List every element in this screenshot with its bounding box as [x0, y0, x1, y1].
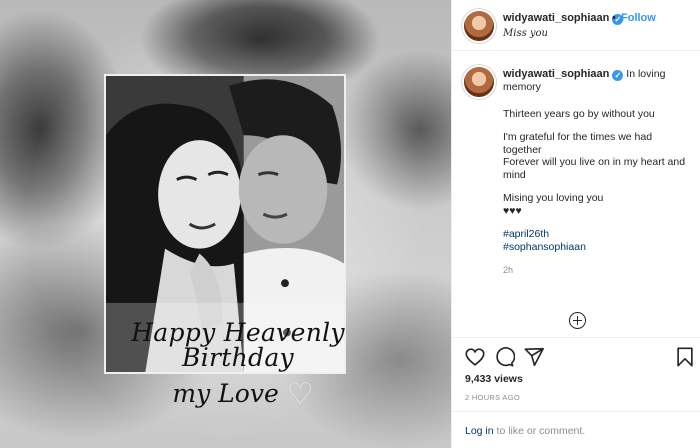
caption-comment: widyawati_sophiaan ✓ In loving memory Thi…	[452, 51, 700, 336]
location-label[interactable]: Miss you	[503, 28, 548, 39]
caption-paragraph: Mising you loving you	[503, 192, 604, 204]
view-count[interactable]: 9,433 views	[465, 373, 523, 385]
hashtag-list: #april26th #sophansophiaan	[503, 228, 693, 253]
caption-paragraph: I'm grateful for the times we had togeth…	[503, 131, 653, 156]
post-timestamp[interactable]: 2 HOURS AGO	[465, 393, 520, 402]
white-heart-icon: ♡	[286, 377, 314, 412]
overlay-line-2-text: my Love	[172, 379, 279, 408]
post-actions: 9,433 views 2 HOURS AGO Log in to like o…	[452, 337, 700, 448]
caption-body: widyawati_sophiaan ✓ In loving memory Thi…	[503, 68, 693, 277]
caption-paragraph: Forever will you live on in my heart and…	[503, 156, 686, 181]
post-side-panel: widyawati_sophiaan ✓ • Follow Miss you wi…	[451, 0, 700, 448]
overlay-line-1: Happy Heavenly Birthday	[131, 318, 345, 372]
bookmark-icon[interactable]	[674, 346, 696, 368]
caption-paragraph: Thirteen years go by without you	[503, 107, 655, 120]
plus-circle-icon[interactable]	[569, 312, 586, 329]
caption-avatar[interactable]	[464, 67, 494, 97]
overlay-line-2: my Love ♡	[78, 380, 398, 410]
share-icon[interactable]	[523, 346, 545, 368]
separator-dot: •	[612, 12, 616, 24]
caption-hearts: ♥♥♥	[503, 204, 522, 217]
post-media[interactable]: Happy Heavenly Birthday my Love ♡	[0, 0, 451, 448]
comment-icon[interactable]	[493, 346, 515, 368]
heart-icon[interactable]	[464, 346, 486, 368]
caption-timestamp[interactable]: 2h	[503, 264, 693, 277]
action-buttons	[452, 338, 700, 374]
follow-button[interactable]: Follow	[621, 12, 656, 24]
post-header: widyawati_sophiaan ✓ • Follow Miss you	[452, 0, 700, 51]
login-link[interactable]: Log in	[465, 425, 494, 437]
login-prompt: Log in to like or comment.	[452, 411, 700, 448]
verified-badge-icon: ✓	[612, 70, 624, 81]
hashtag-link[interactable]: #sophansophiaan	[503, 241, 693, 254]
caption-username[interactable]: widyawati_sophiaan	[503, 68, 609, 80]
hashtag-link[interactable]: #april26th	[503, 228, 693, 241]
header-username-text[interactable]: widyawati_sophiaan	[503, 12, 609, 24]
overlay-text: Happy Heavenly Birthday my Love ♡	[78, 320, 398, 410]
avatar[interactable]	[464, 11, 494, 41]
header-username[interactable]: widyawati_sophiaan ✓	[503, 12, 624, 25]
login-prompt-text: to like or comment.	[493, 425, 586, 437]
